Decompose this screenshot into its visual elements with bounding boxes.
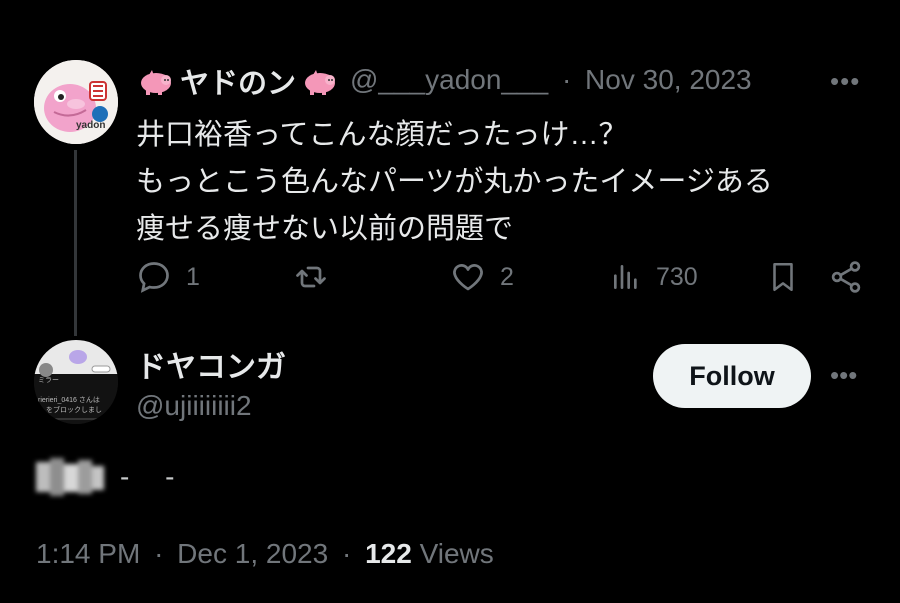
author-name[interactable]: ヤドのン bbox=[136, 60, 340, 102]
author-name-text: ヤドのン bbox=[180, 68, 297, 100]
follow-button[interactable]: Follow bbox=[653, 344, 811, 408]
tweet-line: もっとこう色んなパーツが丸かったイメージある bbox=[136, 166, 773, 198]
author-handle-and-date: @___yadon___ · Nov 30, 2023 bbox=[350, 64, 752, 96]
reply-views-label: Views bbox=[419, 538, 494, 569]
reply-views-count: 122 bbox=[365, 538, 412, 569]
author-avatar[interactable]: yadon bbox=[34, 60, 118, 144]
tweet-date[interactable]: Nov 30, 2023 bbox=[585, 64, 752, 95]
reply-date[interactable]: Dec 1, 2023 bbox=[177, 538, 328, 569]
pig-emoji-icon bbox=[305, 70, 336, 95]
like-icon bbox=[453, 264, 483, 291]
more-icon[interactable]: ••• bbox=[830, 360, 857, 391]
pig-emoji-icon bbox=[141, 70, 171, 95]
tweet-text: 井口裕香ってこんな顔だったっけ…？ もっとこう色んなパーツが丸かったイメージある… bbox=[136, 112, 773, 253]
more-icon[interactable]: ••• bbox=[830, 66, 860, 97]
reply-text-marks: - - bbox=[120, 461, 189, 492]
bookmark-action[interactable] bbox=[766, 256, 800, 298]
avatar-text-line: をブロックしまし bbox=[46, 407, 102, 414]
avatar-text-line: ミラー bbox=[38, 377, 59, 384]
share-action[interactable] bbox=[828, 256, 864, 298]
reply-metadata: 1:14 PM · Dec 1, 2023 · 122 Views bbox=[36, 538, 494, 570]
thread-connector-line bbox=[74, 150, 77, 336]
reply-icon bbox=[139, 262, 169, 293]
separator-dot: · bbox=[561, 64, 572, 95]
like-count: 2 bbox=[500, 262, 514, 291]
reply-action[interactable]: 1 bbox=[136, 256, 200, 298]
pixelated-text-image bbox=[36, 458, 104, 496]
reply-author-handle[interactable]: @ujiiiiiiii2 bbox=[136, 390, 252, 422]
separator-dot: · bbox=[154, 538, 164, 569]
views-icon bbox=[614, 265, 637, 289]
tweet-line: 痩せる痩せない以前の問題で bbox=[136, 213, 514, 245]
view-count: 730 bbox=[656, 262, 698, 291]
like-action[interactable]: 2 bbox=[450, 256, 514, 298]
separator-dot: · bbox=[341, 538, 352, 569]
retweet-action[interactable] bbox=[292, 256, 330, 298]
avatar-screenshot-text: ミラー rierieri_0416 さんは をブロックしまし bbox=[38, 376, 102, 416]
bookmark-icon bbox=[773, 262, 793, 292]
reply-time[interactable]: 1:14 PM bbox=[36, 538, 140, 569]
views-action[interactable]: 730 bbox=[610, 256, 698, 298]
share-icon bbox=[831, 261, 861, 293]
avatar-label: yadon bbox=[76, 120, 106, 131]
tweet-line: 井口裕香ってこんな顔だったっけ…？ bbox=[136, 119, 628, 151]
reply-count: 1 bbox=[186, 262, 200, 291]
yadon-avatar-illustration bbox=[34, 60, 118, 144]
reply-author-avatar[interactable]: ミラー rierieri_0416 さんは をブロックしまし bbox=[34, 340, 118, 424]
reply-text: - - bbox=[36, 458, 188, 496]
author-handle[interactable]: @___yadon___ bbox=[350, 64, 548, 95]
reply-author-name[interactable]: ドヤコンガ bbox=[136, 342, 286, 386]
retweet-icon bbox=[296, 266, 326, 288]
avatar-text-line: rierieri_0416 さんは bbox=[38, 397, 100, 404]
